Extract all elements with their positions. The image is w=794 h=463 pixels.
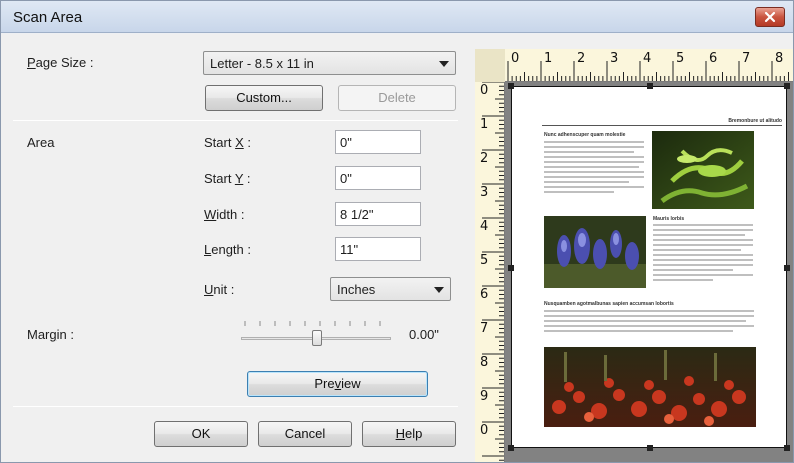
start-x-input[interactable]: 0": [335, 130, 421, 154]
ruler-h-label: 5: [676, 51, 685, 66]
crop-handle-bottom-left[interactable]: [508, 445, 514, 451]
scanned-page-preview[interactable]: Bremonbure ut alitudo Nunc adhenscuper q…: [508, 83, 790, 451]
length-label: Length :: [204, 242, 251, 257]
crop-handle-top-left[interactable]: [508, 83, 514, 89]
unit-select[interactable]: Inches: [330, 277, 451, 301]
delete-button[interactable]: Delete: [338, 85, 456, 111]
crop-handle-top[interactable]: [647, 83, 653, 89]
start-x-label: Start X :: [204, 135, 251, 150]
scan-area-dialog: Scan Area Page Size : Letter - 8.5 x 11 …: [0, 0, 794, 463]
margin-value: 0.00": [409, 327, 439, 342]
ruler-h-label: 2: [577, 51, 586, 66]
unit-value: Inches: [337, 282, 376, 297]
ruler-h-label: 3: [610, 51, 619, 66]
crop-handle-bottom-right[interactable]: [784, 445, 790, 451]
preview-text-block-2: [653, 224, 753, 284]
scan-preview-panel[interactable]: 0 1 2 3 4 5 6 7 8 0 1 2 3 4 5 6 7 8 9 0 …: [475, 49, 793, 462]
page-size-label: Page Size :: [27, 55, 94, 70]
unit-label: Unit :: [204, 282, 235, 297]
ruler-v-label: 4: [480, 219, 489, 234]
area-label: Area: [27, 135, 55, 150]
help-button[interactable]: Help: [362, 421, 456, 447]
preview-button[interactable]: Preview: [247, 371, 428, 397]
ruler-v-label: 9: [480, 389, 489, 404]
close-icon: [764, 11, 776, 23]
page-size-value: Letter - 8.5 x 11 in: [210, 56, 314, 71]
ruler-v-label: 5: [480, 253, 489, 268]
width-value: 8 1/2": [340, 207, 374, 222]
ok-button[interactable]: OK: [154, 421, 248, 447]
length-value: 11": [340, 242, 359, 257]
chevron-down-icon: [434, 287, 444, 293]
margin-label: Margin :: [27, 327, 74, 342]
ruler-v-label: 0: [480, 423, 489, 438]
ruler-v-label: 1: [480, 117, 489, 132]
length-input[interactable]: 11": [335, 237, 421, 261]
ruler-h-label: 6: [709, 51, 718, 66]
preview-text-block-3: [544, 310, 754, 335]
ruler-h-label: 7: [742, 51, 751, 66]
chevron-down-icon: [439, 61, 449, 67]
width-input[interactable]: 8 1/2": [335, 202, 421, 226]
ruler-h-label: 4: [643, 51, 652, 66]
preview-doc-header: Bremonbure ut alitudo: [728, 118, 782, 124]
custom-button[interactable]: Custom...: [205, 85, 323, 111]
page-size-select[interactable]: Letter - 8.5 x 11 in: [203, 51, 456, 75]
preview-text-block-1: [544, 141, 644, 196]
crop-handle-top-right[interactable]: [784, 83, 790, 89]
horizontal-ruler: 0 1 2 3 4 5 6 7 8: [475, 49, 793, 82]
start-y-label: Start Y :: [204, 171, 251, 186]
window-title: Scan Area: [13, 9, 83, 26]
vertical-ruler-ticks: [482, 82, 504, 461]
divider-top: [13, 120, 458, 121]
start-x-value: 0": [340, 135, 352, 150]
preview-image-poppies: [544, 347, 756, 427]
preview-image-flowers: [544, 216, 646, 288]
width-label: Width :: [204, 207, 245, 222]
ruler-v-label: 7: [480, 321, 489, 336]
crop-handle-bottom[interactable]: [647, 445, 653, 451]
slider-ticks: [244, 321, 381, 326]
ruler-v-label: 2: [480, 151, 489, 166]
ruler-corner: [475, 49, 505, 82]
divider-bottom: [13, 406, 458, 407]
ruler-h-label: 1: [544, 51, 553, 66]
crop-handle-right[interactable]: [784, 265, 790, 271]
title-bar: Scan Area: [1, 1, 793, 33]
close-button[interactable]: [755, 7, 785, 27]
cancel-button[interactable]: Cancel: [258, 421, 352, 447]
preview-header-rule: [542, 125, 782, 126]
ruler-v-label: 0: [480, 83, 489, 98]
dialog-body: Page Size : Letter - 8.5 x 11 in Custom.…: [1, 34, 793, 462]
ruler-v-label: 8: [480, 355, 489, 370]
vertical-ruler: 0 1 2 3 4 5 6 7 8 9 0: [475, 82, 505, 462]
ruler-v-label: 3: [480, 185, 489, 200]
preview-image-fern: [652, 131, 754, 209]
margin-slider-thumb[interactable]: [312, 330, 322, 346]
preview-heading-1: Nunc adhenscuper quam molestie: [544, 132, 626, 138]
crop-handle-left[interactable]: [508, 265, 514, 271]
ruler-v-label: 6: [480, 287, 489, 302]
start-y-input[interactable]: 0": [335, 166, 421, 190]
start-y-value: 0": [340, 171, 352, 186]
preview-heading-3: Nusquamben agotmalbunas sapien accumsan …: [544, 301, 674, 307]
ruler-h-label: 0: [511, 51, 520, 66]
ruler-h-label: 8: [775, 51, 784, 66]
preview-heading-2: Mauris lorbis: [653, 216, 685, 222]
